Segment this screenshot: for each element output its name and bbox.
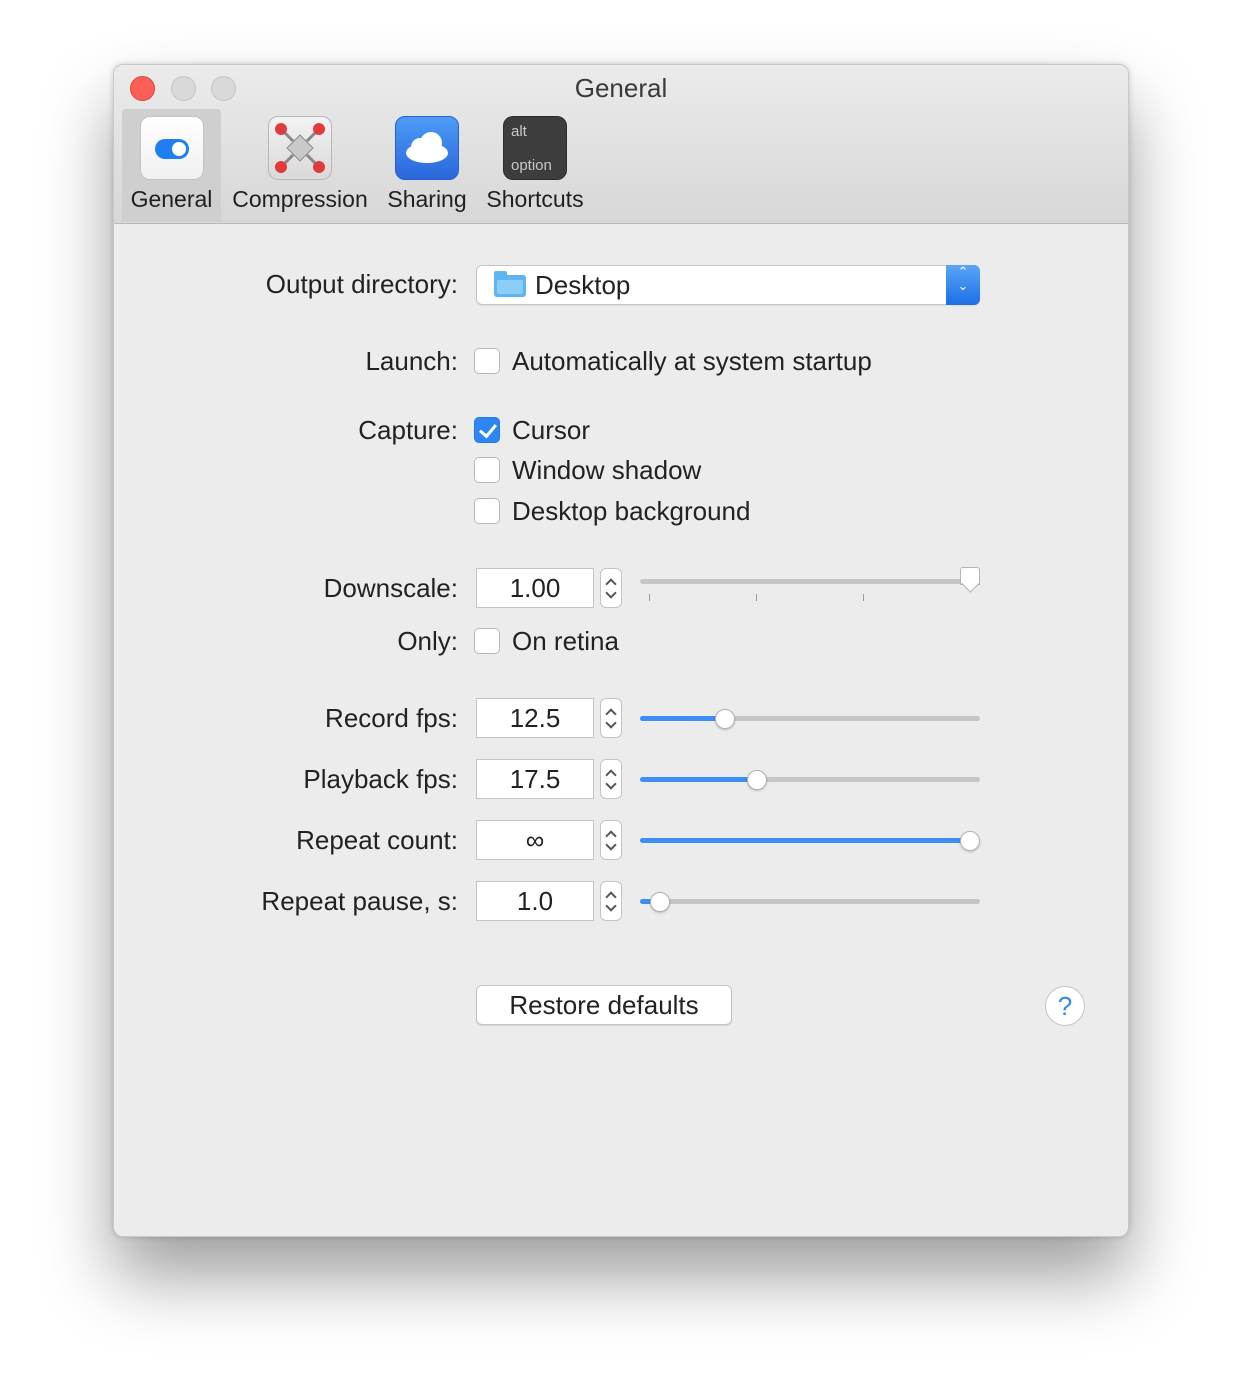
output-directory-value: Desktop bbox=[535, 270, 631, 300]
launch-at-startup-checkbox[interactable] bbox=[474, 348, 500, 374]
record-fps-slider[interactable] bbox=[640, 704, 980, 734]
repeat-count-slider[interactable] bbox=[640, 826, 980, 856]
slider-knob[interactable] bbox=[650, 892, 670, 912]
capture-desktop-background-text: Desktop background bbox=[512, 496, 751, 526]
downscale-slider[interactable] bbox=[640, 567, 980, 601]
output-directory-popup[interactable]: Desktop ⌃ ⌄ bbox=[476, 265, 980, 305]
capture-cursor-checkbox[interactable] bbox=[474, 417, 500, 443]
repeat-count-field[interactable]: ∞ bbox=[476, 820, 594, 860]
help-button[interactable]: ? bbox=[1045, 986, 1085, 1026]
folder-icon bbox=[494, 271, 526, 297]
only-on-retina-checkbox[interactable] bbox=[474, 628, 500, 654]
repeat-pause-slider[interactable] bbox=[640, 887, 980, 917]
tab-compression-label: Compression bbox=[232, 186, 368, 212]
downscale-stepper[interactable] bbox=[600, 568, 622, 608]
slider-knob[interactable] bbox=[715, 709, 735, 729]
playback-fps-label: Playback fps: bbox=[303, 764, 458, 794]
repeat-count-stepper[interactable] bbox=[600, 820, 622, 860]
launch-at-startup-text: Automatically at system startup bbox=[512, 346, 872, 376]
tab-sharing[interactable]: Sharing bbox=[383, 109, 471, 222]
tab-general-label: General bbox=[130, 186, 213, 212]
playback-fps-field[interactable]: 17.5 bbox=[476, 759, 594, 799]
tab-shortcuts[interactable]: alt option Shortcuts bbox=[481, 109, 589, 222]
downscale-label: Downscale: bbox=[323, 573, 458, 603]
tab-compression[interactable]: Compression bbox=[228, 109, 372, 222]
only-on-retina-text: On retina bbox=[512, 626, 619, 656]
slider-tick bbox=[649, 594, 650, 601]
playback-fps-slider[interactable] bbox=[640, 765, 980, 795]
toggle-switch-icon bbox=[139, 116, 204, 180]
downscale-field[interactable]: 1.00 bbox=[476, 568, 594, 608]
popup-arrows-icon: ⌃ ⌄ bbox=[946, 265, 980, 305]
compression-icon bbox=[268, 116, 332, 180]
restore-defaults-button[interactable]: Restore defaults bbox=[476, 985, 732, 1025]
launch-label: Launch: bbox=[365, 346, 458, 376]
preferences-window: General General Compression Sharing alt … bbox=[113, 64, 1129, 1237]
slider-knob[interactable] bbox=[747, 770, 767, 790]
tab-sharing-label: Sharing bbox=[387, 186, 467, 212]
capture-desktop-background-checkbox[interactable] bbox=[474, 498, 500, 524]
repeat-pause-field[interactable]: 1.0 bbox=[476, 881, 594, 921]
output-directory-label: Output directory: bbox=[265, 269, 458, 299]
record-fps-label: Record fps: bbox=[325, 703, 458, 733]
slider-knob[interactable] bbox=[960, 567, 980, 585]
tab-general[interactable]: General bbox=[122, 109, 221, 222]
capture-cursor-text: Cursor bbox=[512, 415, 591, 445]
repeat-pause-label: Repeat pause, s: bbox=[261, 886, 458, 916]
tab-shortcuts-label: Shortcuts bbox=[486, 186, 584, 212]
title-bar: General General Compression Sharing alt … bbox=[114, 65, 1128, 224]
slider-tick bbox=[863, 594, 864, 601]
record-fps-stepper[interactable] bbox=[600, 698, 622, 738]
key-bottom-label: option bbox=[511, 157, 552, 174]
slider-knob[interactable] bbox=[960, 831, 980, 851]
slider-tick bbox=[756, 594, 757, 601]
only-label: Only: bbox=[397, 626, 458, 656]
cloud-icon bbox=[395, 116, 459, 180]
capture-label: Capture: bbox=[358, 415, 458, 445]
keyboard-key-icon: alt option bbox=[503, 116, 567, 180]
record-fps-field[interactable]: 12.5 bbox=[476, 698, 594, 738]
capture-window-shadow-text: Window shadow bbox=[512, 455, 702, 485]
repeat-pause-stepper[interactable] bbox=[600, 881, 622, 921]
key-top-label: alt bbox=[511, 123, 527, 140]
capture-window-shadow-checkbox[interactable] bbox=[474, 457, 500, 483]
window-title: General bbox=[574, 73, 668, 103]
playback-fps-stepper[interactable] bbox=[600, 759, 622, 799]
repeat-count-label: Repeat count: bbox=[296, 825, 458, 855]
